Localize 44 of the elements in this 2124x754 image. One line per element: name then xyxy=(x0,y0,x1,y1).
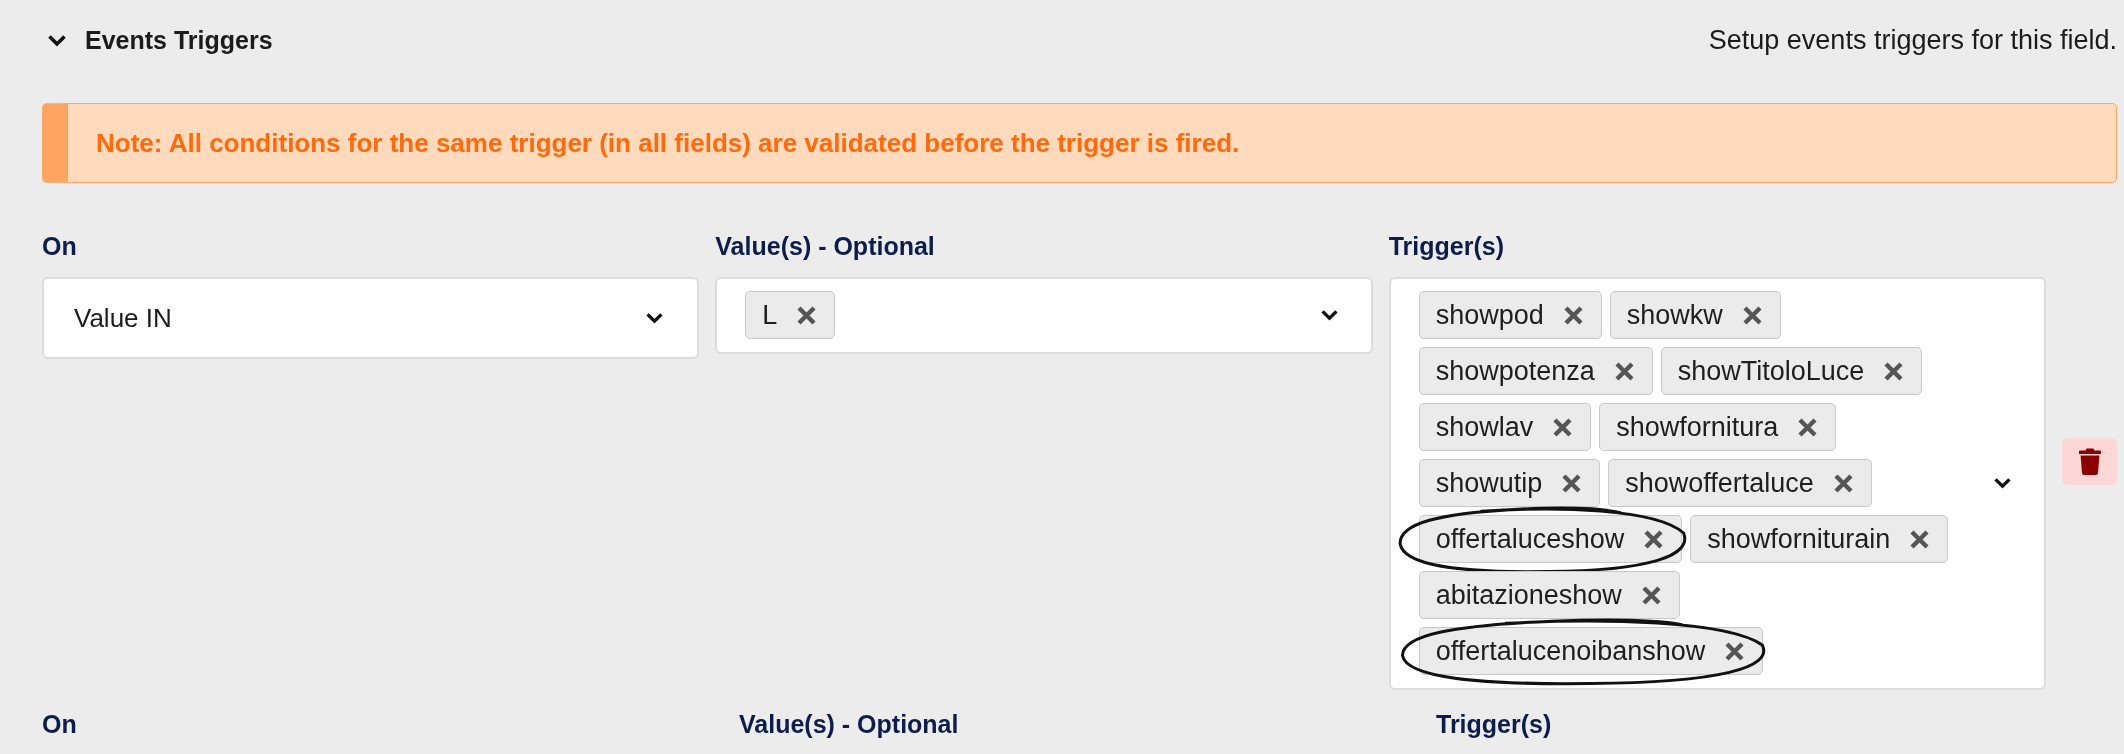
close-icon[interactable] xyxy=(1883,360,1905,382)
chevron-down-icon xyxy=(1319,309,1339,321)
tag-text: showfornitura xyxy=(1616,411,1779,443)
chevron-down-icon xyxy=(645,312,665,324)
close-icon[interactable] xyxy=(1643,528,1665,550)
close-icon[interactable] xyxy=(1562,304,1584,326)
trash-icon xyxy=(2078,447,2101,475)
close-icon[interactable] xyxy=(1552,416,1574,438)
close-icon[interactable] xyxy=(796,304,818,326)
note-text: Note: All conditions for the same trigger (in all fields) are validated before the trigger is fired. xyxy=(96,128,1240,158)
multiselect-field[interactable]: L xyxy=(715,277,1373,354)
section-title: Events Triggers xyxy=(85,25,273,56)
tag-text: showlav xyxy=(1435,411,1534,443)
close-icon[interactable] xyxy=(1640,584,1662,606)
tag-text: L xyxy=(762,299,778,331)
tag-text: abitazioneshow xyxy=(1435,579,1622,611)
field-label: Value(s) - Optional xyxy=(715,232,935,260)
tag-text: showutip xyxy=(1435,467,1543,499)
close-icon[interactable] xyxy=(1909,528,1931,550)
field-label: Value(s) - Optional xyxy=(739,710,959,738)
tag-text: showoffertaluce xyxy=(1625,467,1814,499)
close-icon[interactable] xyxy=(1741,304,1763,326)
close-icon[interactable] xyxy=(1613,360,1635,382)
tag-text: offertalucenoibanshow xyxy=(1435,635,1706,667)
tag-text: showpotenza xyxy=(1435,355,1595,387)
select-field[interactable]: Value IN xyxy=(42,277,700,359)
delete-button[interactable] xyxy=(2062,437,2117,485)
tag-text: showkw xyxy=(1626,299,1723,331)
chevron-down-icon[interactable] xyxy=(47,33,67,47)
field-label: Trigger(s) xyxy=(1388,232,1504,260)
chevron-down-icon xyxy=(1993,477,2012,489)
field-label: Trigger(s) xyxy=(1436,710,1552,738)
field-label: On xyxy=(42,232,77,260)
close-icon[interactable] xyxy=(1797,416,1819,438)
close-icon[interactable] xyxy=(1561,472,1583,494)
field-label: On xyxy=(42,710,77,738)
multiselect-field[interactable]: showpod showkw showpotenza showTitoloLuce showlav showfornitura showutip showoffertaluce offertaluceshow showforniturain abitazioneshow offertalucenoibanshow xyxy=(1388,277,2046,690)
close-icon[interactable] xyxy=(1832,472,1854,494)
section-description: Setup events triggers for this field. xyxy=(1708,24,2117,56)
tag-text: showpod xyxy=(1435,299,1544,331)
close-icon[interactable] xyxy=(1724,640,1746,662)
tag-text: showTitoloLuce xyxy=(1677,355,1865,387)
tag-text: offertaluceshow xyxy=(1435,523,1625,555)
tag-text: showforniturain xyxy=(1707,523,1891,555)
